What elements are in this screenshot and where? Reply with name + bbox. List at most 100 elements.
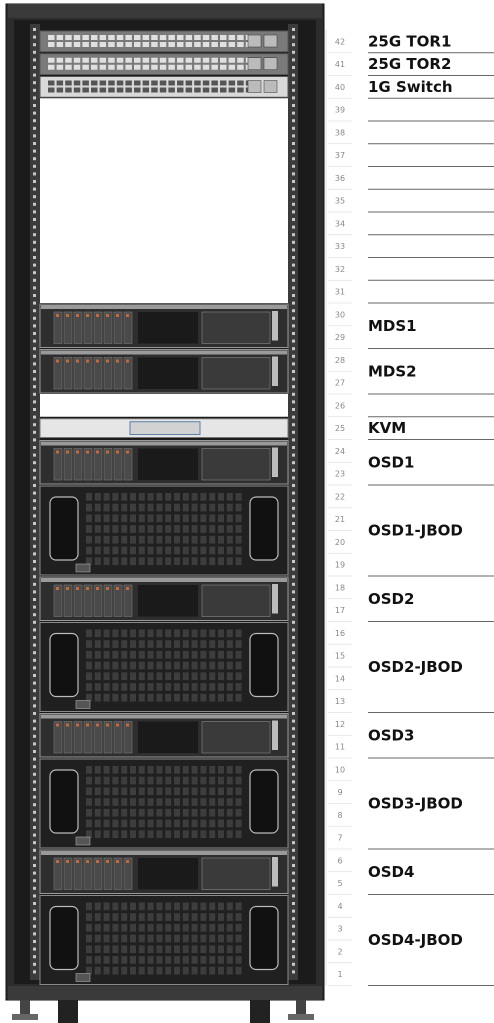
rail-hole xyxy=(292,430,295,434)
rail-hole xyxy=(33,833,36,837)
rail-hole xyxy=(33,598,36,601)
jbod-drive-slot xyxy=(94,902,101,911)
jbod-drive-slot xyxy=(235,945,242,954)
unit-number: 6 xyxy=(337,856,342,865)
jbod-drive-slot xyxy=(209,913,216,921)
jbod-drive-slot xyxy=(156,525,163,533)
jbod-drive-slot xyxy=(226,640,233,648)
rail-hole xyxy=(33,696,36,700)
jbod-drive-slot xyxy=(209,808,216,817)
jbod-drive-slot xyxy=(191,913,198,921)
jbod-drive-slot xyxy=(182,787,189,796)
jbod-drive-slot xyxy=(138,661,145,670)
jbod-drive-slot xyxy=(112,913,119,921)
jbod-drive-slot xyxy=(138,514,145,523)
jbod-drive-slot xyxy=(121,557,128,565)
jbod-drive-slot xyxy=(182,956,189,964)
jbod-drive-slot xyxy=(138,798,145,806)
jbod-drive-slot xyxy=(165,902,172,911)
rail-hole xyxy=(292,833,295,837)
switch-port xyxy=(91,80,98,86)
drive-led xyxy=(66,723,69,727)
jbod-drive-slot xyxy=(130,629,136,638)
rail-hole xyxy=(33,575,36,579)
rail-hole xyxy=(292,742,295,746)
jbod-drive-slot xyxy=(147,945,154,954)
jbod-drive-slot xyxy=(112,535,119,544)
switch-port xyxy=(185,42,193,47)
jbod-drive-slot xyxy=(94,798,101,806)
jbod-drive-slot xyxy=(156,787,163,796)
jbod-drive-slot xyxy=(121,629,128,638)
switch-port xyxy=(177,57,184,63)
unit-number: 16 xyxy=(335,629,345,638)
jbod-drive-slot xyxy=(121,902,128,911)
jbod-drive-slot xyxy=(86,493,92,501)
jbod-drive-slot xyxy=(165,493,172,501)
server-top-edge xyxy=(41,714,287,719)
jbod-drive-slot xyxy=(226,776,233,785)
rail-hole xyxy=(33,636,36,639)
jbod-drive-slot xyxy=(130,766,136,774)
jbod-drive-slot xyxy=(191,966,198,975)
jbod-drive-slot xyxy=(130,808,136,817)
rail-hole xyxy=(292,582,295,586)
rail-hole xyxy=(33,362,36,366)
device-osd2-jbod xyxy=(39,622,289,712)
jbod-drive-slot xyxy=(130,535,136,544)
rail-hole xyxy=(33,506,36,510)
jbod-drive-slot xyxy=(174,629,180,638)
jbod-drive-slot xyxy=(165,546,172,555)
jbod-drive-slot xyxy=(86,956,92,964)
jbod-drive-slot xyxy=(147,830,154,838)
server-bezel xyxy=(201,857,271,890)
rail-hole xyxy=(33,879,36,883)
device-osd4 xyxy=(39,849,289,894)
jbod-drive-slot xyxy=(86,535,92,544)
jbod-drive-slot xyxy=(86,629,92,638)
rail-hole xyxy=(33,484,36,487)
jbod-drive-slot xyxy=(138,923,145,932)
switch-port xyxy=(108,42,115,47)
jbod-drive-slot xyxy=(156,546,163,555)
jbod-drive-slot xyxy=(103,525,110,533)
switch-port xyxy=(168,57,175,63)
jbod-drive-slot xyxy=(182,546,189,555)
switch-port xyxy=(108,57,115,63)
jbod-drive-slot xyxy=(218,945,224,954)
jbod-drive-slot xyxy=(182,503,189,512)
rail-hole xyxy=(292,134,295,138)
rail-hole xyxy=(33,947,36,951)
jbod-drive-slot xyxy=(218,766,224,774)
rail-hole xyxy=(292,301,295,305)
jbod-drive-slot xyxy=(174,798,180,806)
jbod-drive-slot xyxy=(235,808,242,817)
unit-number: 28 xyxy=(335,356,345,365)
jbod-drive-slot xyxy=(130,923,136,932)
jbod-drive-slot xyxy=(112,830,119,838)
rail-hole xyxy=(33,681,36,685)
rail-hole xyxy=(292,332,295,335)
jbod-drive-slot xyxy=(130,902,136,911)
rail-hole xyxy=(33,225,36,229)
jbod-drive-slot xyxy=(226,913,233,921)
device-label: OSD4-JBOD xyxy=(368,931,463,949)
rail-hole xyxy=(33,468,36,472)
jbod-drive-slot xyxy=(94,546,101,555)
drive-led xyxy=(116,314,119,317)
drive-led xyxy=(116,359,119,363)
switch-port xyxy=(211,35,218,40)
jbod-drive-slot xyxy=(147,672,154,681)
jbod-drive-slot xyxy=(138,819,145,828)
jbod-drive-slot xyxy=(191,672,198,681)
jbod-drive-slot xyxy=(130,776,136,785)
rail-hole xyxy=(292,598,295,601)
drive-led xyxy=(86,314,89,317)
jbod-drive-slot xyxy=(235,787,242,796)
jbod-drive-slot xyxy=(218,493,224,501)
drive-led xyxy=(106,359,109,363)
rail-hole xyxy=(33,104,36,107)
jbod-drive-slot xyxy=(235,923,242,932)
rail-hole xyxy=(33,370,36,373)
rail-hole xyxy=(292,810,295,814)
